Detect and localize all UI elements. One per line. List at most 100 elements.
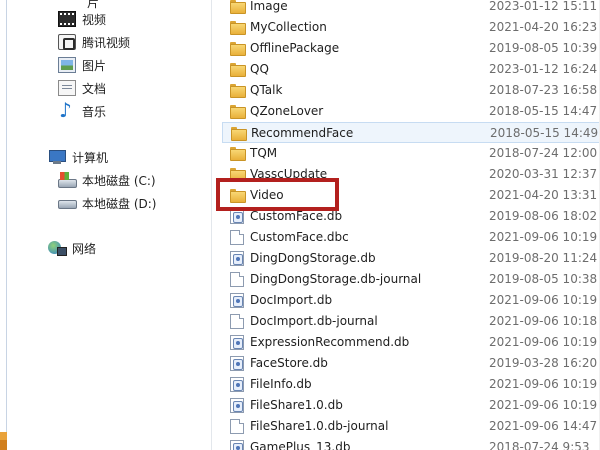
folder-row[interactable]: Image 2023-01-12 15:11 (222, 0, 600, 17)
file-row[interactable]: ExpressionRecommend.db 2021-09-06 10:19 (222, 332, 600, 353)
red-highlight-annotation (216, 178, 339, 211)
file-name: RecommendFace (251, 126, 354, 140)
blank-file-icon (230, 230, 244, 245)
file-row[interactable]: CustomFace.dbc 2021-09-06 10:19 (222, 227, 600, 248)
file-row[interactable]: GamePlus_13.db 2018-07-24 9:53 (222, 437, 600, 450)
file-date-modified: 2021-04-20 16:23 (489, 20, 598, 34)
nav-item-videos[interactable]: 视频 (58, 8, 106, 30)
file-row[interactable]: FileInfo.db 2021-09-06 10:19 (222, 374, 600, 395)
folder-icon (230, 105, 246, 120)
file-row[interactable]: DingDongStorage.db 2019-08-20 11:24 (222, 248, 600, 269)
file-date-modified: 2018-07-24 12:00 (489, 146, 598, 160)
file-date-modified: 2019-08-05 10:39 (489, 41, 598, 55)
folder-icon (230, 147, 246, 162)
blank-file-icon (230, 314, 244, 329)
database-file-icon (230, 209, 244, 224)
file-name: DocImport.db (250, 293, 333, 307)
folder-row[interactable]: QTalk 2018-07-23 16:58 (222, 80, 600, 101)
nav-item-label: 文档 (82, 81, 107, 96)
file-row[interactable]: DocImport.db-journal 2021-09-06 10:18 (222, 311, 600, 332)
file-date-modified: 2023-01-12 15:11 (489, 0, 598, 13)
folder-row[interactable]: MyCollection 2021-04-20 16:23 (222, 17, 600, 38)
folder-row[interactable]: QZoneLover 2018-05-15 14:47 (222, 101, 600, 122)
file-date-modified: 2023-01-12 16:24 (489, 62, 598, 76)
nav-item-tencent-video[interactable]: 腾讯视频 (58, 31, 130, 53)
nav-item-pictures[interactable]: 图片 (58, 54, 106, 76)
tencent-video-icon (58, 34, 76, 50)
nav-item-label: 音乐 (82, 104, 107, 119)
nav-item-label: 本地磁盘 (C:) (82, 173, 156, 188)
file-row[interactable]: FileShare1.0.db-journal 2021-09-06 14:47 (222, 416, 600, 437)
network-icon (48, 240, 67, 256)
nav-item-label: 本地磁盘 (D:) (82, 196, 157, 211)
blank-file-icon (230, 272, 244, 287)
database-file-icon (230, 335, 244, 350)
file-name: FileInfo.db (250, 377, 312, 391)
file-name: DingDongStorage.db-journal (250, 272, 422, 286)
file-date-modified: 2018-07-24 9:53 (489, 440, 590, 450)
file-date-modified: 2021-09-06 10:19 (489, 335, 598, 349)
file-row[interactable]: DocImport.db 2021-09-06 10:19 (222, 290, 600, 311)
folder-icon (231, 127, 247, 142)
folder-row[interactable]: QQ 2023-01-12 16:24 (222, 59, 600, 80)
video-icon (58, 11, 76, 27)
folder-icon (230, 42, 246, 57)
nav-item-documents[interactable]: 文档 (58, 77, 106, 99)
database-file-icon (230, 293, 244, 308)
file-date-modified: 2021-09-06 10:19 (489, 377, 598, 391)
file-name: FileShare1.0.db (250, 398, 343, 412)
database-file-icon (230, 377, 244, 392)
file-name: GamePlus_13.db (250, 440, 351, 450)
file-name: OfflinePackage (250, 41, 340, 55)
nav-item-music[interactable]: 音乐 (58, 98, 107, 122)
file-name: DocImport.db-journal (250, 314, 378, 328)
file-date-modified: 2018-05-15 14:47 (489, 104, 598, 118)
file-name: FaceStore.db (250, 356, 328, 370)
folder-icon (230, 0, 246, 15)
file-date-modified: 2021-09-06 10:19 (489, 398, 598, 412)
computer-icon (48, 149, 66, 165)
nav-item-network[interactable]: 网络 (48, 237, 96, 259)
nav-item-drive-c[interactable]: 本地磁盘 (C:) (58, 169, 156, 191)
file-row[interactable]: FileShare1.0.db 2021-09-06 10:19 (222, 395, 600, 416)
nav-item-label: 计算机 (72, 150, 109, 165)
blank-file-icon (230, 419, 244, 434)
database-file-icon (230, 398, 244, 413)
file-date-modified: 2021-04-20 13:31 (489, 188, 598, 202)
navigation-pane: 片 (7, 0, 212, 450)
drive-c-icon (58, 172, 77, 188)
folder-row[interactable]: TQM 2018-07-24 12:00 (222, 143, 600, 164)
navigation-pane-divider[interactable] (211, 0, 212, 450)
file-date-modified: 2020-03-31 12:37 (489, 167, 598, 181)
folder-row[interactable]: OfflinePackage 2019-08-05 10:39 (222, 38, 600, 59)
database-file-icon (230, 251, 244, 266)
file-name: QQ (250, 62, 269, 76)
folder-icon (230, 84, 246, 99)
nav-item-label: 网络 (72, 241, 97, 256)
file-name: FileShare1.0.db-journal (250, 419, 389, 433)
folder-row[interactable]: RecommendFace 2018-05-15 14:49 (222, 122, 600, 143)
file-row[interactable]: DingDongStorage.db-journal 2019-08-05 10:… (222, 269, 600, 290)
document-icon (58, 80, 76, 96)
file-name: MyCollection (250, 20, 327, 34)
nav-item-drive-d[interactable]: 本地磁盘 (D:) (58, 192, 156, 214)
drive-icon (58, 195, 77, 211)
nav-item-computer[interactable]: 计算机 (48, 146, 108, 168)
file-date-modified: 2019-08-20 11:24 (489, 251, 598, 265)
file-date-modified: 2018-05-15 14:49 (490, 126, 599, 140)
file-date-modified: 2019-08-06 18:02 (489, 209, 598, 223)
nav-item-label: 视频 (82, 12, 107, 27)
file-date-modified: 2019-08-05 10:38 (489, 272, 598, 286)
file-name: QTalk (250, 83, 283, 97)
file-name: CustomFace.dbc (250, 230, 349, 244)
file-row[interactable]: FaceStore.db 2019-03-28 16:20 (222, 353, 600, 374)
folder-icon (230, 63, 246, 78)
file-name: QZoneLover (250, 104, 324, 118)
file-date-modified: 2021-09-06 14:47 (489, 419, 598, 433)
nav-item-label: 腾讯视频 (82, 35, 131, 50)
file-name: Image (250, 0, 288, 13)
file-date-modified: 2021-09-06 10:19 (489, 230, 598, 244)
nav-item-label: 图片 (82, 58, 107, 73)
file-name: ExpressionRecommend.db (250, 335, 410, 349)
file-date-modified: 2019-03-28 16:20 (489, 356, 598, 370)
